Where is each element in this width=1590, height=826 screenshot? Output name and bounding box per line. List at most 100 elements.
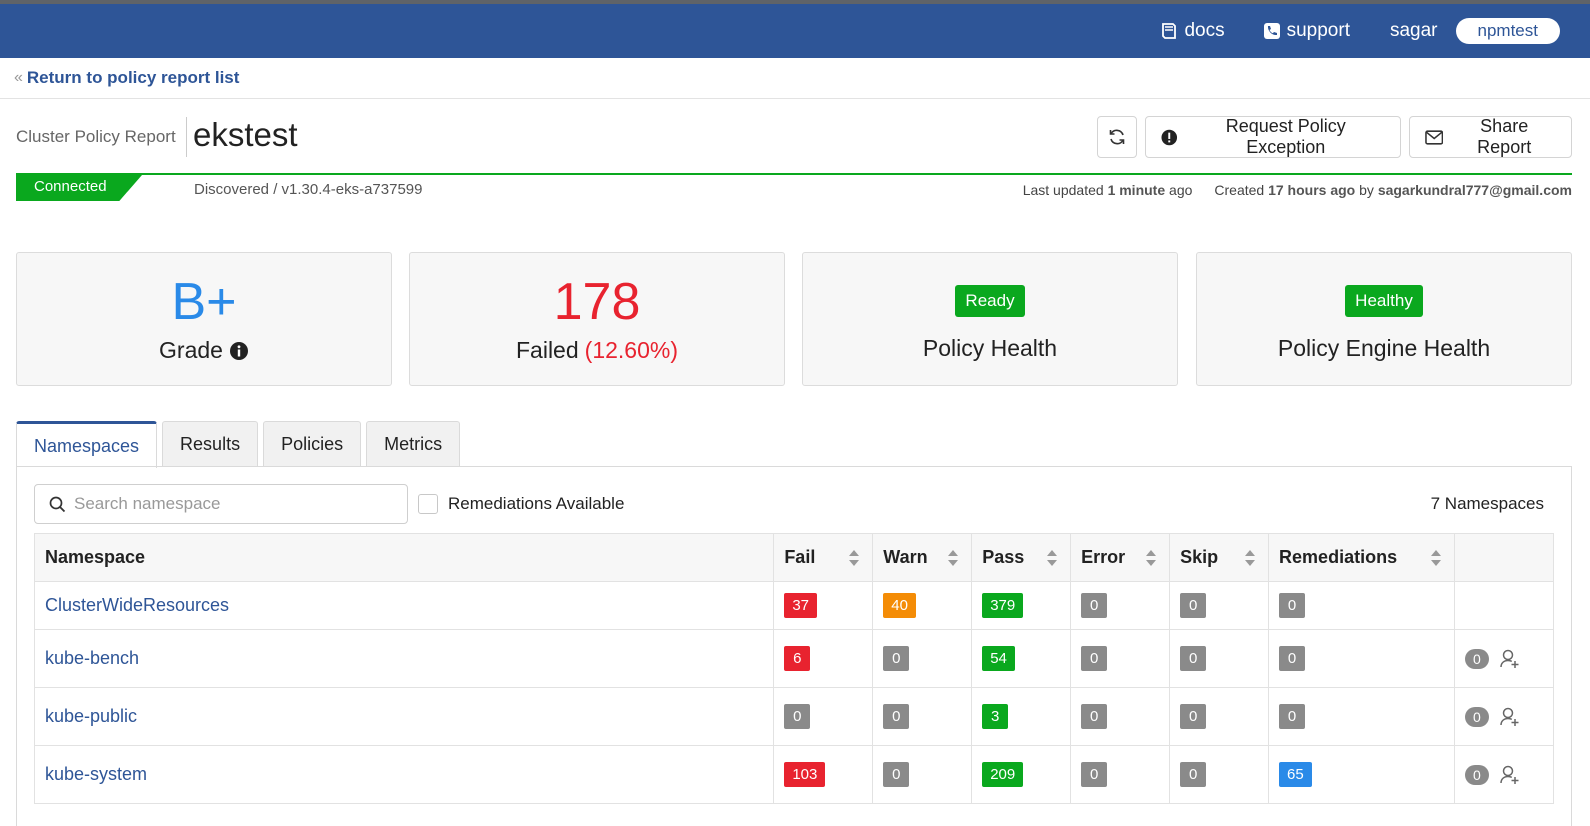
sort-icon: [849, 550, 860, 566]
support-link[interactable]: support: [1263, 20, 1350, 42]
add-user-icon[interactable]: [1499, 764, 1521, 786]
created-info: Created 17 hours ago by sagarkundral777@…: [1214, 182, 1572, 198]
fail-badge: 6: [784, 646, 811, 671]
tab-metrics[interactable]: Metrics: [366, 421, 461, 467]
sort-icon: [1047, 550, 1058, 566]
connection-status-badge: Connected: [16, 175, 142, 201]
policy-health-label: Policy Health: [922, 335, 1058, 361]
search-input[interactable]: [74, 494, 394, 514]
refresh-button[interactable]: [1097, 116, 1137, 158]
envelope-icon: [1425, 129, 1444, 145]
user-name[interactable]: sagar: [1390, 20, 1438, 42]
pass-badge: 379: [982, 593, 1024, 618]
error-badge: 0: [1081, 704, 1108, 729]
add-user-icon[interactable]: [1499, 706, 1521, 728]
remediations-label[interactable]: Remediations Available: [448, 494, 624, 514]
col-fail[interactable]: Fail: [773, 533, 874, 582]
top-navbar: docs support sagar npmtest: [0, 0, 1590, 58]
pass-badge: 54: [982, 646, 1015, 671]
error-badge: 0: [1081, 762, 1108, 787]
namespace-link[interactable]: kube-public: [45, 706, 137, 726]
grade-value: B+: [171, 273, 237, 331]
docs-link[interactable]: docs: [1160, 20, 1225, 42]
failed-percent: (12.60%): [584, 337, 678, 363]
row-actions: 0: [1464, 764, 1543, 786]
skip-badge: 0: [1180, 593, 1207, 618]
support-label: support: [1286, 20, 1350, 41]
failed-label: Failed: [516, 337, 579, 363]
table-header-row: Namespace Fail Warn Pass Error Skip Reme…: [34, 533, 1555, 582]
share-report-button[interactable]: Share Report: [1409, 116, 1572, 158]
namespace-link[interactable]: kube-bench: [45, 648, 139, 668]
exception-count-badge: 0: [1464, 648, 1489, 669]
grade-label: Grade: [159, 337, 223, 363]
warn-badge: 0: [883, 646, 910, 671]
book-icon: [1162, 23, 1177, 39]
request-exception-button[interactable]: Request Policy Exception: [1145, 116, 1401, 158]
skip-badge: 0: [1180, 704, 1207, 729]
refresh-icon: [1109, 129, 1125, 145]
last-updated: Last updated 1 minute ago: [1022, 182, 1193, 198]
col-warn[interactable]: Warn: [872, 533, 973, 582]
row-actions: [1454, 581, 1555, 630]
col-error[interactable]: Error: [1070, 533, 1171, 582]
report-meta: Last updated 1 minute ago Created 17 hou…: [1023, 182, 1572, 198]
table-row: ClusterWideResources 37 40 379 0 0 0: [34, 581, 1555, 630]
status-divider: [16, 173, 1572, 175]
sort-icon: [948, 550, 959, 566]
namespace-count: 7 Namespaces: [1430, 494, 1544, 513]
fail-badge: 103: [784, 762, 826, 787]
warn-badge: 0: [883, 704, 910, 729]
info-circle-icon[interactable]: [229, 341, 249, 361]
namespaces-table: Namespace Fail Warn Pass Error Skip Reme…: [34, 533, 1555, 804]
namespace-search: [34, 484, 408, 524]
col-namespace[interactable]: Namespace: [34, 533, 775, 582]
return-label: Return to policy report list: [26, 68, 240, 87]
table-row: kube-public 0 0 3 0 0 0 0: [34, 687, 1555, 746]
remediations-badge: 0: [1279, 593, 1306, 618]
col-remediations[interactable]: Remediations: [1268, 533, 1455, 582]
return-link[interactable]: « Return to policy report list: [14, 68, 239, 88]
remediations-checkbox[interactable]: [418, 494, 438, 514]
policy-health-card: Ready Policy Health: [802, 252, 1178, 386]
engine-health-card: Healthy Policy Engine Health: [1196, 252, 1572, 386]
page-subtitle: Cluster Policy Report: [16, 127, 176, 146]
namespace-link[interactable]: ClusterWideResources: [45, 595, 229, 615]
col-pass[interactable]: Pass: [971, 533, 1072, 582]
phone-icon: [1263, 23, 1280, 39]
remediations-badge: 0: [1279, 646, 1306, 671]
tab-results[interactable]: Results: [162, 421, 259, 467]
exception-count-badge: 0: [1464, 706, 1489, 727]
pass-badge: 209: [982, 762, 1024, 787]
search-icon: [49, 496, 66, 512]
tab-namespaces[interactable]: Namespaces: [16, 421, 158, 468]
breadcrumb: « Return to policy report list: [0, 58, 1590, 99]
sort-icon: [1245, 550, 1256, 566]
policy-health-badge: Ready: [955, 285, 1025, 317]
fail-badge: 37: [784, 593, 817, 618]
remediations-badge: 65: [1279, 762, 1312, 787]
row-actions: 0: [1464, 706, 1543, 728]
fail-badge: 0: [784, 704, 811, 729]
docs-label: docs: [1184, 20, 1225, 41]
col-actions: [1454, 533, 1555, 582]
add-user-icon[interactable]: [1499, 648, 1521, 670]
grade-card: B+ Grade: [16, 252, 392, 386]
col-skip[interactable]: Skip: [1169, 533, 1270, 582]
report-tabs: Namespaces Results Policies Metrics: [16, 421, 465, 468]
warn-badge: 0: [883, 762, 910, 787]
namespace-link[interactable]: kube-system: [45, 764, 147, 784]
header-divider: [186, 117, 187, 157]
error-badge: 0: [1081, 646, 1108, 671]
warn-badge: 40: [883, 593, 916, 618]
failed-card: 178 Failed (12.60%): [409, 252, 785, 386]
tab-policies[interactable]: Policies: [263, 421, 362, 467]
sort-icon: [1146, 550, 1157, 566]
failed-value: 178: [553, 273, 641, 331]
pass-badge: 3: [982, 704, 1009, 729]
table-row: kube-system 103 0 209 0 0 65 0: [34, 745, 1555, 804]
skip-badge: 0: [1180, 762, 1207, 787]
engine-health-badge: Healthy: [1345, 285, 1423, 317]
double-chevron-left-icon: «: [14, 69, 23, 86]
org-selector[interactable]: npmtest: [1455, 18, 1560, 44]
